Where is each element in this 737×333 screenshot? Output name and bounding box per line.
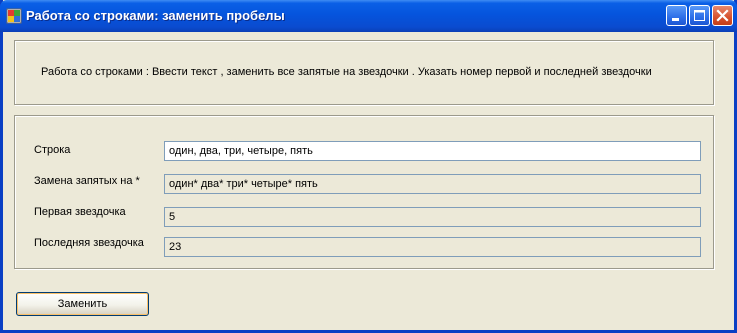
minimize-icon xyxy=(672,18,679,21)
first-star-field[interactable]: 5 xyxy=(164,207,701,227)
maximize-button[interactable] xyxy=(689,5,710,26)
minimize-button[interactable] xyxy=(666,5,687,26)
last-star-label: Последняя звездочка xyxy=(34,237,144,249)
app-icon xyxy=(6,8,22,24)
title-bar[interactable]: Работа со строками: заменить пробелы xyxy=(0,0,737,32)
close-button[interactable] xyxy=(712,5,733,26)
main-window: Работа со строками: заменить пробелы Раб… xyxy=(0,0,737,333)
string-input[interactable]: один, два, три, четыре, пять xyxy=(164,141,701,161)
replace-label: Замена запятых на * xyxy=(34,175,140,187)
window-title: Работа со строками: заменить пробелы xyxy=(26,8,285,23)
maximize-icon xyxy=(694,10,705,21)
replace-button[interactable]: Заменить xyxy=(16,292,149,316)
first-star-label: Первая звездочка xyxy=(34,206,126,218)
close-icon xyxy=(716,9,729,22)
description-text: Работа со строками : Ввести текст , заме… xyxy=(41,66,652,78)
last-star-field[interactable]: 23 xyxy=(164,237,701,257)
replace-result-field[interactable]: один* два* три* четыре* пять xyxy=(164,174,701,194)
string-label: Строка xyxy=(34,144,71,156)
